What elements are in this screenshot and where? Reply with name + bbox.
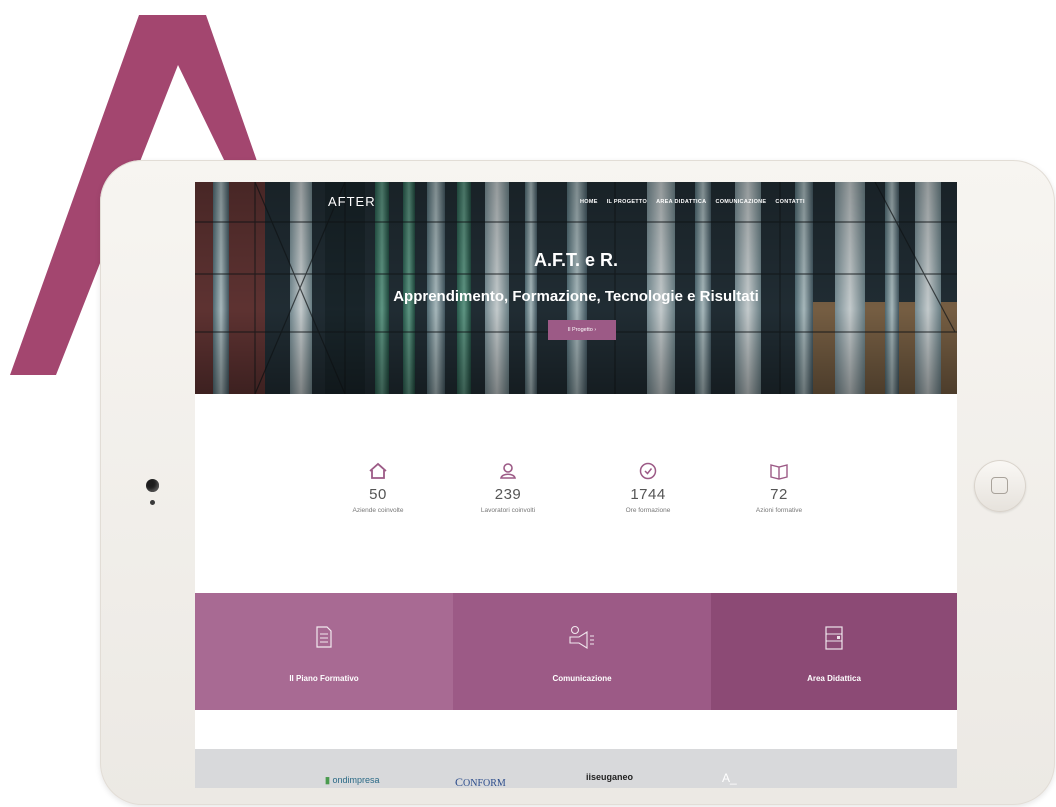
stat-value: 72 [770, 486, 788, 503]
hero-subtitle: Apprendimento, Formazione, Tecnologie e … [393, 288, 759, 305]
megaphone-icon [569, 625, 594, 649]
stat-label: Ore formazione [625, 507, 671, 514]
nav-item-home[interactable]: HOME [580, 199, 598, 205]
partner-logo-conform[interactable]: CONFORM [455, 775, 506, 788]
camera-icon [146, 479, 159, 492]
tile-label: Il Piano Formativo [289, 674, 359, 683]
tile-piano-formativo[interactable]: Il Piano Formativo [195, 593, 453, 710]
tile-area-didattica[interactable]: Area Didattica [711, 593, 957, 710]
stat-ore: 1744 Ore formazione [588, 462, 708, 514]
stat-label: Aziende coinvolte [352, 507, 404, 514]
nav-item-comunicazione[interactable]: COMUNICAZIONE [715, 199, 766, 205]
il-progetto-button[interactable]: Il Progetto › [548, 320, 616, 340]
tile-label: Comunicazione [552, 674, 612, 683]
book-icon [770, 464, 788, 480]
partner-logo-fondimpresa[interactable]: ▮ ondimpresa [325, 775, 380, 786]
clock-icon [639, 462, 657, 480]
sensor-dot [150, 500, 155, 505]
hero-title: A.F.T. e R. [533, 250, 618, 270]
stat-value: 50 [369, 486, 387, 503]
fondimpresa-mark-icon: ▮ [325, 775, 330, 785]
nav-item-il-progetto[interactable]: IL PROGETTO [607, 199, 647, 205]
tile-label: Area Didattica [807, 674, 861, 683]
document-icon [316, 626, 332, 648]
partner-logo-a[interactable]: A_ [722, 771, 737, 785]
partners-bar: ▮ ondimpresa CONFORM iiseuganeo A_ [195, 749, 957, 788]
stat-lavoratori: 239 Lavoratori coinvolti [448, 462, 568, 514]
tile-comunicazione[interactable]: Comunicazione [453, 593, 711, 710]
main-navigation: HOME IL PROGETTO AREA DIDATTICA COMUNICA… [580, 199, 805, 205]
site-logo[interactable]: AFTER [328, 194, 376, 209]
stat-value: 239 [494, 486, 522, 503]
stat-azioni: 72 Azioni formative [719, 462, 839, 514]
stat-value: 1744 [630, 486, 666, 503]
hero-banner: AFTER HOME IL PROGETTO AREA DIDATTICA CO… [195, 182, 957, 394]
users-icon [500, 463, 516, 479]
stats-section: 50 Aziende coinvolte 239 Lavoratori coin… [195, 452, 957, 552]
stat-label: Azioni formative [755, 507, 803, 514]
conform-c-icon: C [455, 775, 464, 788]
nav-item-contatti[interactable]: CONTATTI [775, 199, 804, 205]
partner-logo-iiseuganeo[interactable]: iiseuganeo [586, 772, 633, 782]
stat-aziende: 50 Aziende coinvolte [318, 462, 438, 514]
home-button[interactable] [974, 460, 1026, 512]
section-tiles: Il Piano Formativo Comunicazione Area Di… [195, 593, 957, 710]
nav-item-area-didattica[interactable]: AREA DIDATTICA [656, 199, 706, 205]
website-screen: AFTER HOME IL PROGETTO AREA DIDATTICA CO… [195, 182, 957, 788]
house-icon [369, 462, 387, 479]
building-icon [825, 626, 843, 650]
stat-label: Lavoratori coinvolti [480, 507, 536, 514]
